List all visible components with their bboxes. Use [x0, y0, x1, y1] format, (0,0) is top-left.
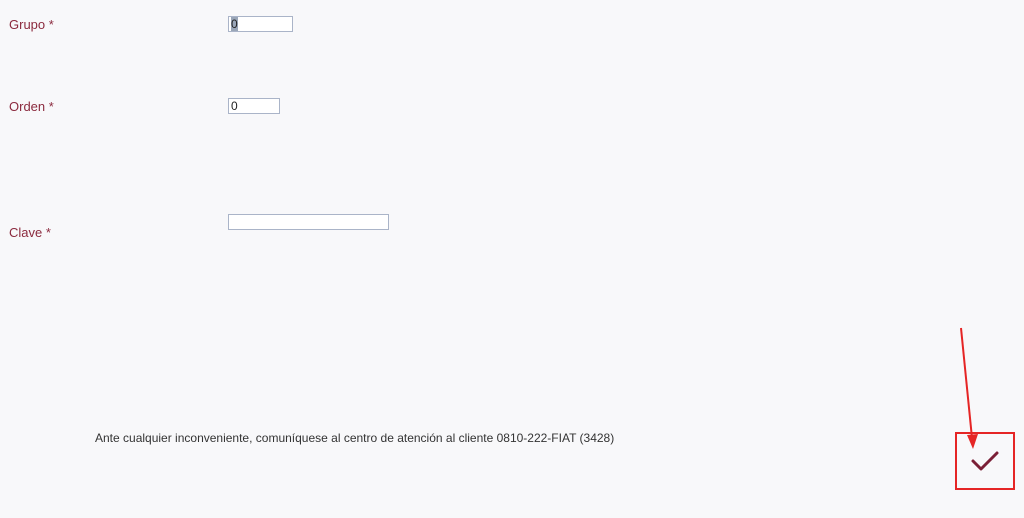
grupo-input[interactable] [228, 16, 293, 32]
clave-label: Clave * [9, 225, 51, 240]
orden-label: Orden * [9, 99, 54, 114]
orden-input[interactable] [228, 98, 280, 114]
customer-service-notice: Ante cualquier inconveniente, comuníques… [95, 431, 615, 445]
grupo-label: Grupo * [9, 17, 54, 32]
checkmark-icon [971, 451, 999, 471]
clave-input[interactable] [228, 214, 389, 230]
confirm-button[interactable] [955, 432, 1015, 490]
